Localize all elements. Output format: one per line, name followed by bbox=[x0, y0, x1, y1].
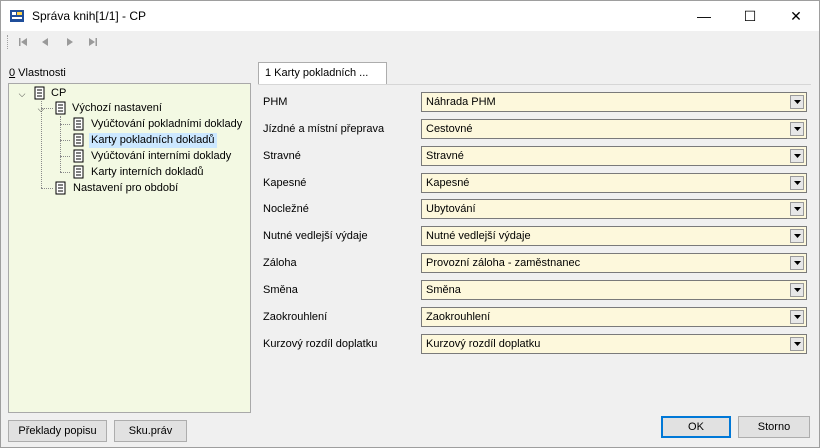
toolbar-grip bbox=[7, 35, 9, 49]
next-record-button[interactable] bbox=[60, 34, 80, 50]
tree-node-defaults[interactable]: ⌵ Výchozí nastavení bbox=[36, 101, 186, 116]
next-record-icon bbox=[67, 38, 73, 46]
select-value: Nutné vedlejší výdaje bbox=[426, 230, 531, 242]
tree-connector bbox=[60, 172, 70, 173]
tree-node-cash-cards[interactable]: Karty pokladních dokladů bbox=[71, 133, 251, 148]
main-window: Správa knih[1/1] - CP — ☐ ✕ 0 Vlastnosti… bbox=[0, 0, 820, 448]
select-value: Kurzový rozdíl doplatku bbox=[426, 338, 541, 350]
properties-label: 0 Vlastnosti bbox=[9, 67, 66, 79]
document-icon bbox=[73, 133, 84, 147]
tree-node-label: Vyúčtování pokladními doklady bbox=[91, 118, 243, 130]
select-value: Kapesné bbox=[426, 177, 470, 189]
rights-button[interactable]: Sku.práv bbox=[114, 420, 187, 442]
select-exchange[interactable]: Směna bbox=[421, 280, 807, 300]
tree-node-label: Vyúčtování interními doklady bbox=[91, 150, 232, 162]
settings-tree[interactable]: ⌵ CP ⌵ Výchozí nastavení Vyúčtování pokl… bbox=[8, 83, 251, 413]
label-travel: Jízdné a místní přeprava bbox=[263, 123, 385, 135]
select-travel[interactable]: Cestovné bbox=[421, 119, 807, 139]
document-icon bbox=[73, 165, 84, 179]
ok-button[interactable]: OK bbox=[661, 416, 731, 438]
tree-node-label: CP bbox=[51, 87, 67, 99]
document-icon bbox=[73, 149, 84, 163]
tree-node-period-settings[interactable]: Nastavení pro období bbox=[54, 181, 214, 196]
dropdown-arrow-icon[interactable] bbox=[790, 256, 804, 270]
first-record-icon bbox=[19, 38, 27, 46]
tree-node-label: Nastavení pro období bbox=[73, 182, 179, 194]
select-value: Směna bbox=[426, 284, 461, 296]
dropdown-arrow-icon[interactable] bbox=[790, 283, 804, 297]
label-lodging: Nocležné bbox=[263, 203, 309, 215]
collapse-chevron-icon[interactable]: ⌵ bbox=[36, 104, 46, 114]
document-icon bbox=[73, 117, 84, 131]
tree-node-cash-settlement[interactable]: Vyúčtování pokladními doklady bbox=[71, 117, 251, 132]
translations-button[interactable]: Překlady popisu bbox=[8, 420, 107, 442]
label-rounding: Zaokrouhlení bbox=[263, 311, 328, 323]
label-meals: Stravné bbox=[263, 150, 301, 162]
minimize-button[interactable]: — bbox=[681, 1, 727, 31]
tree-connector bbox=[60, 156, 70, 157]
record-nav-toolbar bbox=[1, 31, 819, 53]
title-bar[interactable]: Správa knih[1/1] - CP — ☐ ✕ bbox=[1, 1, 819, 31]
dropdown-arrow-icon[interactable] bbox=[790, 229, 804, 243]
prev-record-icon bbox=[42, 38, 48, 46]
dropdown-arrow-icon[interactable] bbox=[790, 95, 804, 109]
prev-record-button[interactable] bbox=[35, 34, 55, 50]
select-value: Provozní záloha - zaměstnanec bbox=[426, 257, 581, 269]
properties-label-text: Vlastnosti bbox=[15, 67, 66, 79]
tab-divider bbox=[258, 84, 811, 85]
select-value: Stravné bbox=[426, 150, 464, 162]
select-value: Zaokrouhlení bbox=[426, 311, 491, 323]
dropdown-arrow-icon[interactable] bbox=[790, 122, 804, 136]
select-lodging[interactable]: Ubytování bbox=[421, 199, 807, 219]
last-record-button[interactable] bbox=[83, 34, 103, 50]
label-exchange-diff: Kurzový rozdíl doplatku bbox=[263, 338, 378, 350]
tree-node-label: Karty interních dokladů bbox=[91, 166, 204, 178]
document-icon bbox=[55, 101, 66, 115]
select-exchange-diff[interactable]: Kurzový rozdíl doplatku bbox=[421, 334, 807, 354]
dropdown-arrow-icon[interactable] bbox=[790, 149, 804, 163]
last-record-icon bbox=[89, 38, 97, 46]
label-phm: PHM bbox=[263, 96, 288, 108]
dropdown-arrow-icon[interactable] bbox=[790, 202, 804, 216]
tab-cash-cards[interactable]: 1 Karty pokladních ... bbox=[258, 62, 387, 84]
minimize-icon: — bbox=[697, 8, 711, 24]
dropdown-arrow-icon[interactable] bbox=[790, 176, 804, 190]
app-books-icon bbox=[10, 10, 24, 22]
select-side-expenses[interactable]: Nutné vedlejší výdaje bbox=[421, 226, 807, 246]
select-value: Ubytování bbox=[426, 203, 476, 215]
label-side-expenses: Nutné vedlejší výdaje bbox=[263, 230, 368, 242]
label-pocket-money: Kapesné bbox=[263, 177, 307, 189]
select-phm[interactable]: Náhrada PHM bbox=[421, 92, 807, 112]
first-record-button[interactable] bbox=[13, 34, 33, 50]
collapse-chevron-icon[interactable]: ⌵ bbox=[17, 89, 27, 99]
window-title: Správa knih[1/1] - CP bbox=[32, 9, 147, 23]
label-advance: Záloha bbox=[263, 257, 297, 269]
document-icon bbox=[34, 86, 45, 100]
select-value: Cestovné bbox=[426, 123, 473, 135]
select-value: Náhrada PHM bbox=[426, 96, 496, 108]
tree-node-label: Výchozí nastavení bbox=[72, 102, 162, 114]
tree-connector bbox=[60, 124, 70, 125]
label-exchange: Směna bbox=[263, 284, 298, 296]
cancel-button[interactable]: Storno bbox=[738, 416, 810, 438]
tree-connector bbox=[41, 188, 53, 189]
select-rounding[interactable]: Zaokrouhlení bbox=[421, 307, 807, 327]
close-icon: ✕ bbox=[790, 7, 802, 24]
select-meals[interactable]: Stravné bbox=[421, 146, 807, 166]
dropdown-arrow-icon[interactable] bbox=[790, 337, 804, 351]
tree-node-cp[interactable]: ⌵ CP bbox=[17, 86, 137, 101]
tree-node-label: Karty pokladních dokladů bbox=[89, 133, 217, 148]
maximize-icon: ☐ bbox=[743, 7, 757, 24]
maximize-button[interactable]: ☐ bbox=[727, 1, 773, 31]
select-advance[interactable]: Provozní záloha - zaměstnanec bbox=[421, 253, 807, 273]
select-pocket-money[interactable]: Kapesné bbox=[421, 173, 807, 193]
tree-connector bbox=[60, 140, 70, 141]
tree-node-internal-cards[interactable]: Karty interních dokladů bbox=[71, 165, 251, 180]
close-button[interactable]: ✕ bbox=[773, 1, 819, 31]
dropdown-arrow-icon[interactable] bbox=[790, 310, 804, 324]
document-icon bbox=[55, 181, 66, 195]
tree-node-internal-settlement[interactable]: Vyúčtování interními doklady bbox=[71, 149, 251, 164]
